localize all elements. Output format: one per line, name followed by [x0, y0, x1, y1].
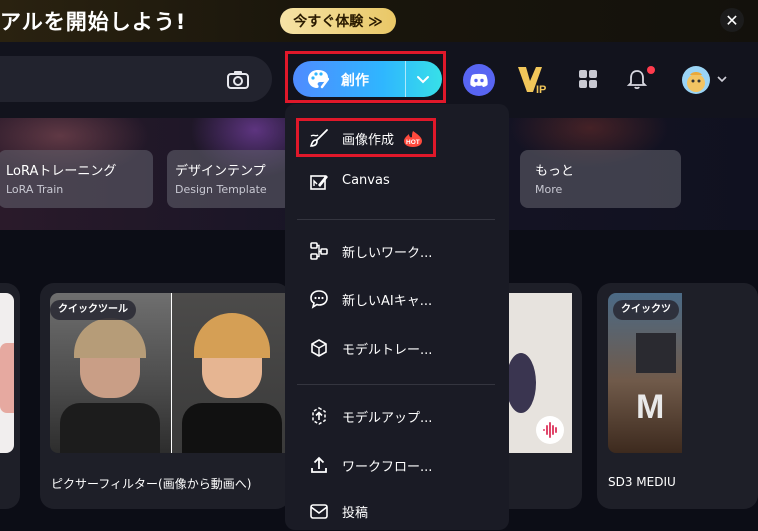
discord-icon[interactable] — [463, 64, 495, 96]
quick-tool-badge: クイックツ — [613, 300, 679, 320]
menu-item-post[interactable]: 投稿 — [285, 491, 509, 531]
tile-label: ピクサーフィルター(画像から動画へ) — [51, 477, 252, 491]
tile-image-after — [172, 293, 290, 453]
card-title: もっと — [535, 164, 575, 179]
promo-text: アルを開始しよう! — [0, 10, 187, 34]
svg-text:IP: IP — [536, 84, 546, 96]
lora-train-card[interactable]: LoRAトレーニング LoRA Train — [0, 150, 153, 208]
close-icon[interactable]: ✕ — [720, 8, 744, 32]
tile-label: SD3 MEDIU — [608, 475, 676, 489]
grid-icon[interactable] — [578, 69, 598, 89]
chevron-down-icon[interactable] — [717, 74, 727, 84]
cube-icon — [311, 339, 327, 357]
menu-item-label: 投稿 — [342, 506, 369, 521]
card-subtitle: Design Template — [175, 183, 267, 196]
canvas-icon — [310, 175, 328, 190]
create-button-highlight — [285, 51, 446, 103]
design-template-card[interactable]: デザインテンプ Design Template — [167, 150, 292, 208]
upload-model-icon — [312, 407, 326, 425]
chat-icon — [310, 290, 328, 309]
try-now-button[interactable]: 今すぐ体験 ≫ — [280, 8, 396, 34]
menu-item-workflow-upload[interactable]: ワークフロー... — [285, 445, 509, 485]
tile-partial-left[interactable] — [0, 283, 20, 509]
more-card[interactable]: もっと More — [520, 150, 681, 208]
sd3-medium-tile[interactable]: M クイックツ SD3 MEDIU — [597, 283, 758, 509]
menu-item-label: Canvas — [342, 173, 390, 188]
card-subtitle: More — [535, 183, 563, 196]
menu-item-model-upload[interactable]: モデルアップ... — [285, 396, 509, 436]
menu-item-label: 新しいAIキャ... — [342, 294, 433, 309]
menu-item-new-ai-character[interactable]: 新しいAIキャ... — [285, 279, 509, 319]
audio-wave-icon — [536, 416, 564, 444]
quick-tool-badge: クイックツール — [50, 300, 136, 320]
menu-item-label: モデルトレー... — [342, 343, 433, 358]
pixar-filter-tile[interactable]: クイックツール ピクサーフィルター(画像から動画へ) — [40, 283, 290, 509]
menu-item-canvas[interactable]: Canvas — [285, 162, 509, 202]
card-title: LoRAトレーニング — [6, 164, 117, 179]
post-icon — [310, 504, 328, 519]
workflow-icon — [310, 242, 328, 260]
notification-dot — [647, 66, 655, 74]
create-dropdown-menu: 画像作成 HOT Canvas 新しいワーク... 新しいAIキャ... モデル… — [285, 104, 509, 530]
menu-item-new-workflow[interactable]: 新しいワーク... — [285, 231, 509, 271]
menu-item-model-training[interactable]: モデルトレー... — [285, 328, 509, 368]
camera-icon[interactable] — [226, 70, 250, 90]
card-subtitle: LoRA Train — [6, 183, 64, 196]
card-title: デザインテンプ — [175, 164, 266, 179]
avatar[interactable] — [682, 66, 710, 94]
image-create-highlight — [296, 118, 436, 157]
menu-item-label: ワークフロー... — [342, 460, 433, 475]
upload-icon — [311, 456, 327, 473]
bell-icon[interactable] — [626, 68, 648, 90]
menu-divider — [297, 219, 495, 220]
menu-item-label: 新しいワーク... — [342, 246, 433, 261]
menu-item-label: モデルアップ... — [342, 411, 433, 426]
menu-divider — [297, 384, 495, 385]
promo-banner: アルを開始しよう! 今すぐ体験 ≫ ✕ — [0, 0, 758, 42]
vip-icon[interactable]: IP — [516, 64, 552, 96]
